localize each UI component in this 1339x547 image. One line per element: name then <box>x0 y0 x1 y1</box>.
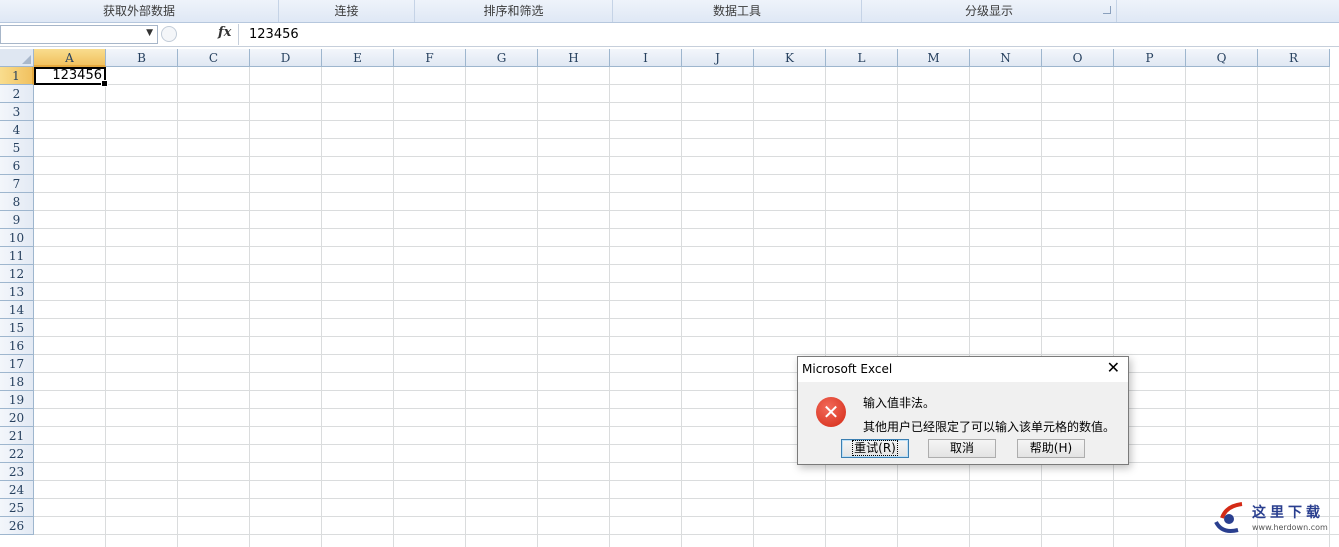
ribbon-group-label: 获取外部数据 <box>102 4 175 18</box>
watermark-url: www.herdown.com <box>1252 523 1328 532</box>
name-box[interactable]: ▼ <box>0 25 158 44</box>
column-header-e[interactable]: E <box>322 49 394 67</box>
ribbon-group-label: 分级显示 <box>964 4 1013 18</box>
column-header-r[interactable]: R <box>1258 49 1330 67</box>
ribbon-group-sort-filter[interactable]: 排序和筛选 <box>415 0 613 22</box>
column-header-j[interactable]: J <box>682 49 754 67</box>
row-header-22[interactable]: 22 <box>0 445 34 463</box>
column-header-i[interactable]: I <box>610 49 682 67</box>
row-header-1[interactable]: 1 <box>0 67 34 85</box>
column-header-n[interactable]: N <box>970 49 1042 67</box>
row-header-10[interactable]: 10 <box>0 229 34 247</box>
row-header-6[interactable]: 6 <box>0 157 34 175</box>
dialog-title: Microsoft Excel <box>802 362 893 376</box>
watermark-text: 这里下载 <box>1252 505 1324 521</box>
row-header-18[interactable]: 18 <box>0 373 34 391</box>
column-headers: ABCDEFGHIJKLMNOPQR <box>0 49 1339 67</box>
help-button[interactable]: 帮助(H) <box>1017 439 1085 458</box>
resize-handle-icon[interactable] <box>161 26 177 42</box>
active-cell-a1[interactable]: 123456 <box>34 67 108 87</box>
row-header-25[interactable]: 25 <box>0 499 34 517</box>
row-header-5[interactable]: 5 <box>0 139 34 157</box>
column-header-h[interactable]: H <box>538 49 610 67</box>
column-header-f[interactable]: F <box>394 49 466 67</box>
column-header-a[interactable]: A <box>34 49 106 67</box>
column-header-g[interactable]: G <box>466 49 538 67</box>
row-header-23[interactable]: 23 <box>0 463 34 481</box>
column-header-d[interactable]: D <box>250 49 322 67</box>
row-header-21[interactable]: 21 <box>0 427 34 445</box>
column-header-m[interactable]: M <box>898 49 970 67</box>
column-header-q[interactable]: Q <box>1186 49 1258 67</box>
column-header-b[interactable]: B <box>106 49 178 67</box>
row-header-24[interactable]: 24 <box>0 481 34 499</box>
ribbon-group-outline[interactable]: 分级显示. <box>862 0 1117 22</box>
ribbon-group-label: 连接 <box>334 4 359 18</box>
retry-button[interactable]: 重试(R) <box>841 439 909 458</box>
column-header-k[interactable]: K <box>754 49 826 67</box>
chevron-down-icon[interactable]: ▼ <box>146 28 153 38</box>
row-header-15[interactable]: 15 <box>0 319 34 337</box>
row-header-19[interactable]: 19 <box>0 391 34 409</box>
row-header-14[interactable]: 14 <box>0 301 34 319</box>
ribbon-group-data-tools[interactable]: 数据工具 <box>613 0 862 22</box>
insert-function-button[interactable]: fx <box>218 25 231 40</box>
dialog-message-secondary: 其他用户已经限定了可以输入该单元格的数值。 <box>863 420 1116 434</box>
ribbon-group-bar: 获取外部数据 连接 排序和筛选 数据工具 分级显示. <box>0 0 1339 23</box>
dialog-launcher-icon[interactable]: . <box>1103 6 1111 14</box>
row-header-7[interactable]: 7 <box>0 175 34 193</box>
row-header-26[interactable]: 26 <box>0 517 34 535</box>
dialog-titlebar[interactable]: Microsoft Excel ✕ <box>798 357 1128 382</box>
select-all-button[interactable] <box>0 49 34 67</box>
watermark: 这里下载 www.herdown.com <box>1212 498 1339 538</box>
row-header-16[interactable]: 16 <box>0 337 34 355</box>
error-icon: ✕ <box>816 397 846 427</box>
ribbon-group-label: 数据工具 <box>712 4 761 18</box>
cell-value: 123456 <box>52 68 102 83</box>
close-icon[interactable]: ✕ <box>1107 360 1120 376</box>
formula-input[interactable]: 123456 <box>238 24 1339 45</box>
error-dialog: Microsoft Excel ✕ ✕ 输入值非法。 其他用户已经限定了可以输入… <box>797 356 1129 465</box>
row-header-3[interactable]: 3 <box>0 103 34 121</box>
column-header-c[interactable]: C <box>178 49 250 67</box>
ribbon-group-get-external-data[interactable]: 获取外部数据 <box>0 0 279 22</box>
row-header-17[interactable]: 17 <box>0 355 34 373</box>
watermark-logo-icon <box>1214 502 1243 533</box>
column-header-l[interactable]: L <box>826 49 898 67</box>
select-all-icon <box>22 55 31 64</box>
ribbon-group-label: 排序和筛选 <box>483 4 544 18</box>
retry-button-label: 重试(R) <box>852 440 898 456</box>
column-header-p[interactable]: P <box>1114 49 1186 67</box>
cancel-button[interactable]: 取消 <box>928 439 996 458</box>
row-header-20[interactable]: 20 <box>0 409 34 427</box>
row-header-13[interactable]: 13 <box>0 283 34 301</box>
row-header-12[interactable]: 12 <box>0 265 34 283</box>
row-header-8[interactable]: 8 <box>0 193 34 211</box>
row-header-4[interactable]: 4 <box>0 121 34 139</box>
cell-area[interactable] <box>34 67 1339 547</box>
row-header-9[interactable]: 9 <box>0 211 34 229</box>
row-header-2[interactable]: 2 <box>0 85 34 103</box>
ribbon-group-connections[interactable]: 连接 <box>279 0 415 22</box>
fill-handle[interactable] <box>101 80 108 87</box>
dialog-message-primary: 输入值非法。 <box>863 396 936 410</box>
column-header-o[interactable]: O <box>1042 49 1114 67</box>
row-header-11[interactable]: 11 <box>0 247 34 265</box>
formula-bar: ▼ fx 123456 <box>0 24 1339 47</box>
